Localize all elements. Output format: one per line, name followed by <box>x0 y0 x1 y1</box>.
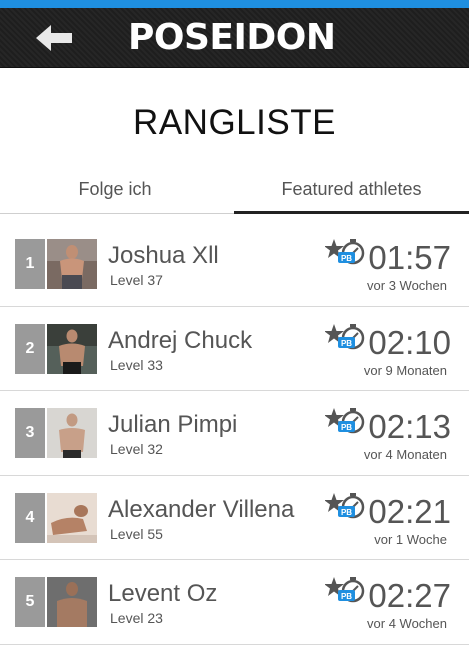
athlete-level: Level 37 <box>110 272 163 288</box>
athlete-name: Levent Oz <box>108 580 218 607</box>
avatar <box>47 577 97 627</box>
best-time: 02:10 <box>368 323 451 361</box>
app-header: POSEIDON <box>0 8 469 68</box>
leaderboard-row[interactable]: 5 Levent Oz Level 23 PB 02:27 vor 4 Woch… <box>0 560 469 645</box>
time-ago: vor 1 Woche <box>374 531 447 547</box>
page-title: RANGLISTE <box>133 103 336 142</box>
back-arrow-icon <box>36 25 72 51</box>
leaderboard-row[interactable]: 2 Andrej Chuck Level 33 PB 02:10 vor 9 M… <box>0 307 469 391</box>
back-button[interactable] <box>36 24 76 52</box>
app-logo: POSEIDON <box>128 17 336 58</box>
leaderboard-row[interactable]: 3 Julian Pimpi Level 32 PB 02:13 vor 4 M… <box>0 391 469 476</box>
pb-badge-text: PB <box>341 592 352 601</box>
time-ago: vor 4 Wochen <box>367 616 447 631</box>
rank-badge: 5 <box>15 577 45 627</box>
athlete-level: Level 33 <box>110 356 163 373</box>
pb-badge-text: PB <box>341 339 352 348</box>
pb-badge-text: PB <box>341 254 352 263</box>
avatar <box>47 492 97 543</box>
athlete-name: Joshua Xll <box>108 242 219 269</box>
rank-badge: 1 <box>15 239 45 289</box>
rank-badge: 3 <box>15 408 45 458</box>
star-stopwatch-pb-icon: PB <box>325 323 365 349</box>
star-stopwatch-pb-icon: PB <box>325 492 365 518</box>
star-stopwatch-pb-icon: PB <box>325 239 365 265</box>
tab-bar: Folge ich Featured athletes <box>0 168 469 214</box>
athlete-level: Level 55 <box>110 525 163 542</box>
avatar <box>47 408 97 458</box>
avatar <box>47 239 97 289</box>
rank-badge: 4 <box>15 492 45 543</box>
best-time: 02:21 <box>368 492 451 530</box>
best-time: 01:57 <box>368 239 451 276</box>
star-stopwatch-pb-icon: PB <box>325 577 365 603</box>
athlete-name: Alexander Villena <box>108 495 295 523</box>
leaderboard-list: 1 Joshua Xll Level 37 PB 01:57 vor 3 Woc… <box>0 222 469 645</box>
star-stopwatch-pb-icon: PB <box>325 408 365 434</box>
tab-featured-athletes[interactable]: Featured athletes <box>234 168 469 214</box>
athlete-level: Level 23 <box>110 610 163 626</box>
avatar <box>47 323 97 374</box>
athlete-name: Andrej Chuck <box>108 326 253 354</box>
leaderboard-row[interactable]: 4 Alexander Villena Level 55 PB 02:21 vo… <box>0 476 469 560</box>
leaderboard-row[interactable]: 1 Joshua Xll Level 37 PB 01:57 vor 3 Woc… <box>0 222 469 307</box>
best-time: 02:13 <box>368 408 451 445</box>
time-ago: vor 3 Wochen <box>367 278 447 293</box>
top-accent-stripe <box>0 0 469 8</box>
best-time: 02:27 <box>368 577 451 614</box>
time-ago: vor 9 Monaten <box>363 362 447 378</box>
time-ago: vor 4 Monaten <box>363 447 447 462</box>
pb-badge-text: PB <box>341 423 352 432</box>
rank-badge: 2 <box>15 323 45 374</box>
tab-following[interactable]: Folge ich <box>0 168 230 214</box>
athlete-level: Level 32 <box>110 441 163 457</box>
pb-badge-text: PB <box>341 508 352 517</box>
athlete-name: Julian Pimpi <box>108 411 238 438</box>
